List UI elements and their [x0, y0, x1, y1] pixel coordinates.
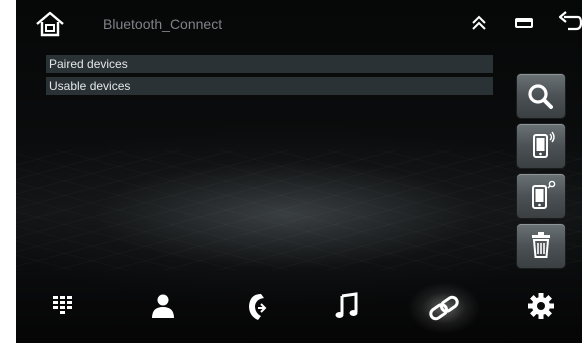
pair-device-button[interactable]	[517, 174, 565, 218]
device-list: Paired devices Usable devices	[46, 55, 493, 99]
call-log-icon	[249, 294, 267, 320]
bluetooth-screen: Bluetooth_Connect Paired devices Usable	[16, 0, 582, 343]
back-button[interactable]	[554, 11, 582, 35]
app-title: Bluetooth_Connect	[103, 16, 223, 32]
gear-icon	[528, 293, 554, 319]
bottom-nav	[16, 276, 582, 340]
window-button[interactable]	[514, 16, 534, 30]
contacts-icon	[152, 294, 174, 318]
music-icon	[335, 292, 358, 318]
device-search-button[interactable]	[517, 124, 565, 168]
nav-link[interactable]	[405, 276, 483, 340]
dialpad-icon	[53, 296, 72, 314]
link-icon	[429, 295, 459, 321]
phone-signal-icon	[533, 131, 555, 158]
delete-button[interactable]	[517, 224, 565, 268]
top-bar: Bluetooth_Connect	[16, 0, 582, 50]
list-row-usable-devices[interactable]: Usable devices	[46, 77, 493, 95]
search-button[interactable]	[517, 74, 565, 118]
nav-call-log[interactable]	[231, 284, 281, 332]
nav-settings[interactable]	[516, 284, 566, 332]
nav-contacts[interactable]	[138, 284, 188, 332]
list-row-label: Paired devices	[49, 57, 128, 71]
nav-dialpad[interactable]	[39, 284, 89, 332]
search-icon	[528, 84, 553, 109]
background-pattern	[16, 150, 582, 270]
phone-pair-icon	[532, 180, 556, 209]
window-icon	[515, 18, 533, 28]
collapse-button[interactable]	[470, 14, 488, 32]
trash-icon	[532, 232, 550, 258]
list-row-label: Usable devices	[49, 79, 131, 93]
back-arrow-icon	[558, 11, 582, 31]
nav-music[interactable]	[323, 284, 373, 332]
double-chevron-up-icon	[472, 15, 486, 30]
home-button[interactable]	[34, 9, 66, 39]
home-icon	[36, 11, 64, 37]
list-row-paired-devices[interactable]: Paired devices	[46, 55, 493, 73]
